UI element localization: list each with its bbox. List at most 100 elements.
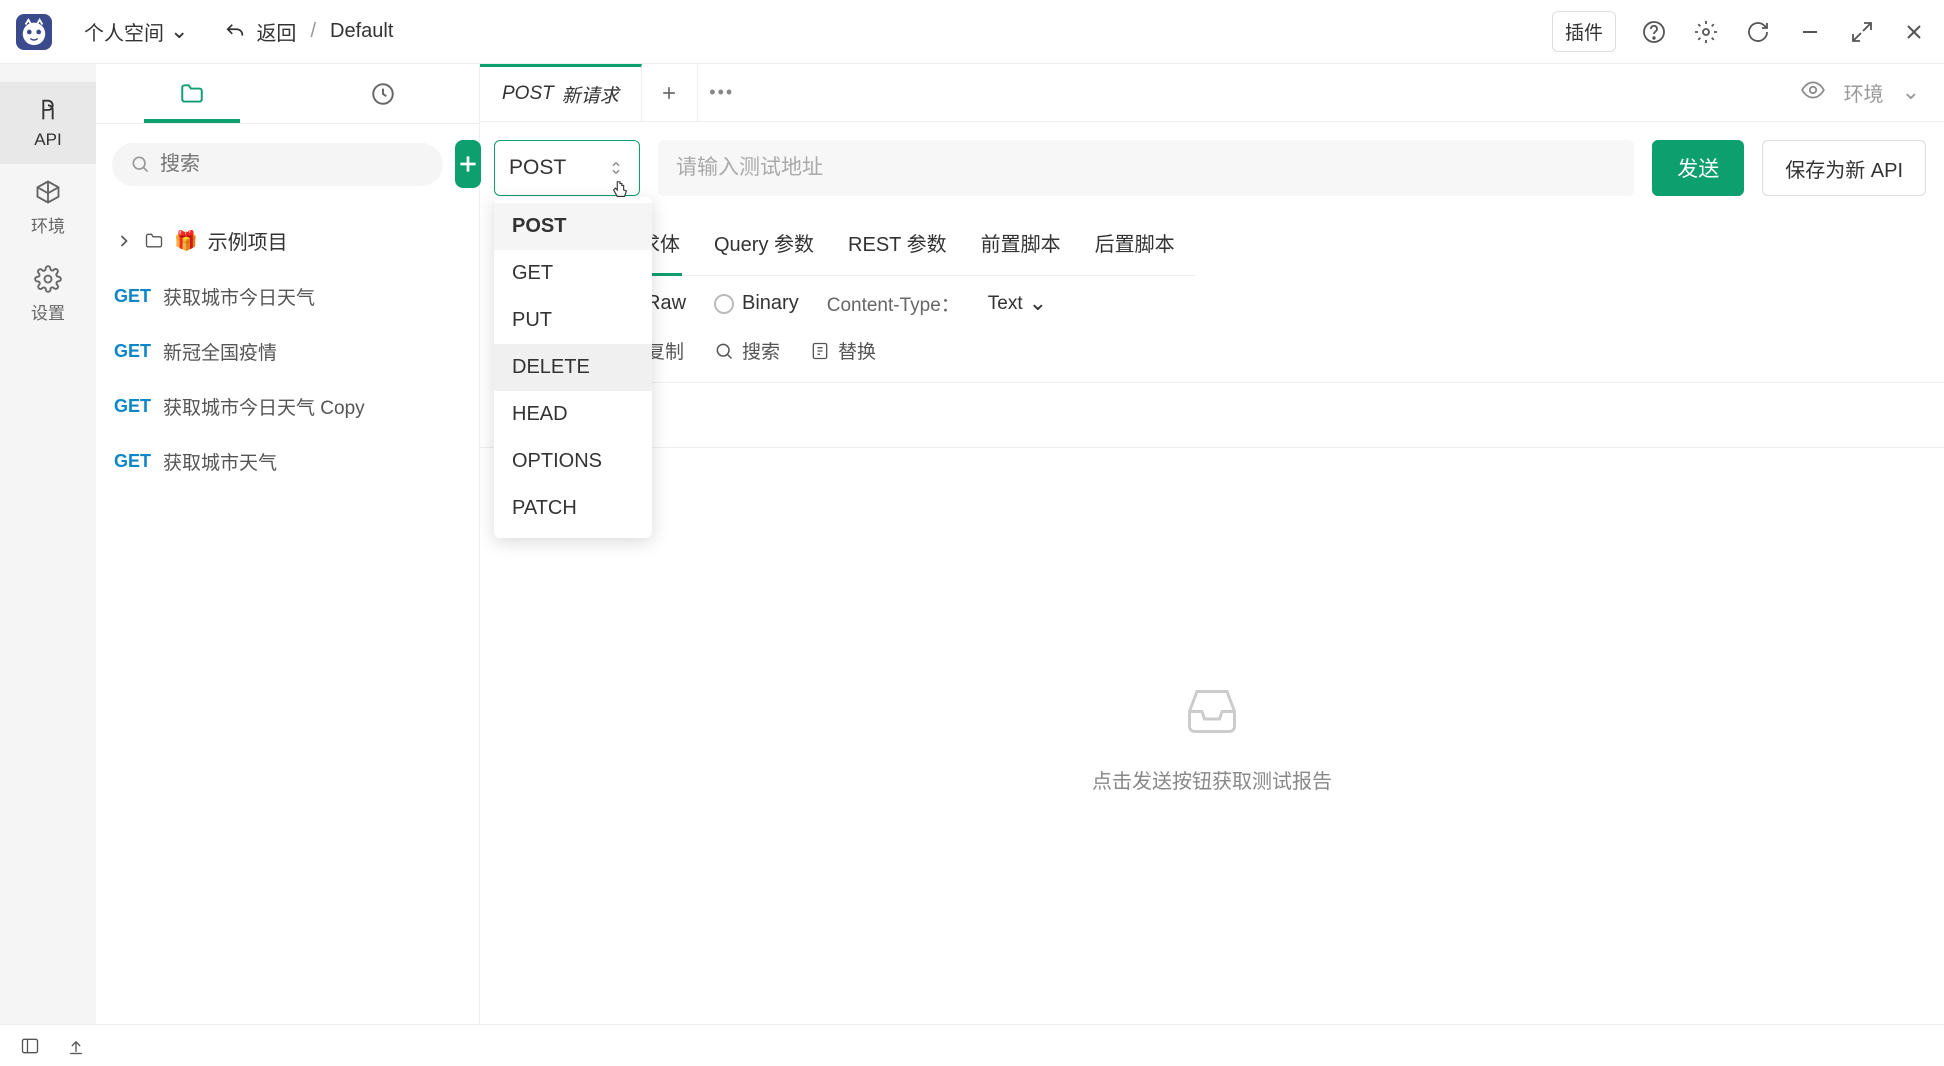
- req-tab-postscript[interactable]: 后置脚本: [1093, 214, 1177, 275]
- main-area: API 环境 设置: [0, 64, 1944, 1024]
- back-label: 返回: [256, 17, 296, 46]
- minimize-icon[interactable]: [1796, 18, 1824, 46]
- plugins-button[interactable]: 插件: [1552, 11, 1616, 52]
- tab-more-button[interactable]: •••: [698, 64, 746, 121]
- request-subtabs-row: 请求体 Query 参数 REST 参数 前置脚本 后置脚本: [480, 214, 1944, 276]
- body-options: Raw Binary Content-Type： Text: [600, 276, 1944, 327]
- env-label: 环境: [1844, 78, 1884, 107]
- rail-item-settings[interactable]: 设置: [0, 251, 96, 338]
- api-name: 新冠全国疫情: [163, 338, 277, 365]
- body-type-binary[interactable]: Binary: [714, 292, 799, 315]
- breadcrumb-current: Default: [330, 20, 393, 43]
- history-icon: [370, 81, 396, 107]
- content: POST 新请求 ••• 环境 POST: [480, 64, 1944, 1024]
- folder-name: 示例项目: [208, 226, 288, 255]
- method-option-post[interactable]: POST: [494, 203, 652, 250]
- method-dropdown: POST GET PUT DELETE HEAD OPTIONS PATCH: [494, 197, 652, 538]
- panel-left-icon[interactable]: [16, 1032, 44, 1060]
- send-button[interactable]: 发送: [1652, 140, 1744, 196]
- left-rail: API 环境 设置: [0, 64, 96, 1024]
- folder-icon: [144, 231, 164, 251]
- tool-label: 搜索: [742, 337, 780, 364]
- method-option-delete[interactable]: DELETE: [494, 344, 652, 391]
- search-icon: [714, 341, 734, 361]
- tree-item[interactable]: GET 获取城市天气: [96, 434, 479, 489]
- req-tab-rest[interactable]: REST 参数: [846, 214, 949, 275]
- plus-icon: [659, 83, 679, 103]
- tree-item[interactable]: GET 获取城市今日天气 Copy: [96, 379, 479, 434]
- plus-icon: [455, 151, 481, 177]
- api-name: 获取城市今日天气 Copy: [163, 393, 365, 420]
- method-option-put[interactable]: PUT: [494, 297, 652, 344]
- sidebar-tab-history[interactable]: [288, 64, 480, 123]
- workspace-name: 个人空间: [84, 17, 164, 46]
- rail-item-env[interactable]: 环境: [0, 164, 96, 251]
- environment-selector[interactable]: 环境: [1776, 64, 1944, 121]
- method-badge: GET: [114, 396, 151, 417]
- method-badge: GET: [114, 286, 151, 307]
- replace-button[interactable]: 替换: [810, 337, 876, 364]
- new-tab-button[interactable]: [642, 64, 698, 121]
- settings-gear-icon[interactable]: [1692, 18, 1720, 46]
- req-tab-query[interactable]: Query 参数: [712, 214, 816, 275]
- content-type-label: Content-Type：: [827, 290, 960, 317]
- tree-item[interactable]: GET 获取城市今日天气: [96, 269, 479, 324]
- more-icon: •••: [709, 82, 734, 103]
- req-tab-prescript[interactable]: 前置脚本: [979, 214, 1063, 275]
- radio-label: Binary: [742, 292, 799, 315]
- url-input[interactable]: [658, 140, 1634, 196]
- rail-item-api[interactable]: API: [0, 82, 96, 164]
- rail-label: 环境: [31, 212, 65, 237]
- tree-folder[interactable]: 🎁 示例项目: [96, 212, 479, 269]
- request-tabs-row: POST 新请求 ••• 环境: [480, 64, 1944, 122]
- back-button[interactable]: 返回: [224, 17, 296, 46]
- close-icon[interactable]: [1900, 18, 1928, 46]
- crumb-separator: /: [310, 20, 316, 43]
- chevron-down-icon: [1029, 292, 1047, 316]
- search-button[interactable]: 搜索: [714, 337, 780, 364]
- search-input[interactable]: [160, 153, 425, 176]
- help-icon[interactable]: [1640, 18, 1668, 46]
- content-type-select[interactable]: Text: [988, 292, 1047, 316]
- add-button[interactable]: [455, 140, 481, 188]
- inbox-icon: [1172, 679, 1252, 739]
- chevron-down-icon: [1902, 81, 1920, 104]
- tab-title: 新请求: [562, 81, 619, 108]
- sidebar-tabs: [96, 64, 479, 124]
- radio-label: Raw: [646, 292, 686, 315]
- search-box[interactable]: [112, 143, 443, 186]
- chevron-right-icon: [114, 231, 134, 251]
- workspace-selector[interactable]: 个人空间: [84, 17, 188, 46]
- app-logo: [16, 14, 52, 50]
- method-select[interactable]: POST POST GET PUT DELETE HEAD OPTIONS PA…: [494, 140, 640, 196]
- eye-icon[interactable]: [1800, 77, 1826, 108]
- method-option-patch[interactable]: PATCH: [494, 485, 652, 532]
- sidebar: 🎁 示例项目 GET 获取城市今日天气 GET 新冠全国疫情 GET 获取城市今…: [96, 64, 480, 1024]
- rail-label: 设置: [31, 299, 65, 324]
- tool-label: 替换: [838, 337, 876, 364]
- sort-icon: [607, 159, 625, 177]
- url-row: POST POST GET PUT DELETE HEAD OPTIONS PA…: [480, 122, 1944, 214]
- api-tree: 🎁 示例项目 GET 获取城市今日天气 GET 新冠全国疫情 GET 获取城市今…: [96, 204, 479, 497]
- method-badge: GET: [114, 451, 151, 472]
- topbar: 个人空间 返回 / Default 插件: [0, 0, 1944, 64]
- api-name: 获取城市今日天气: [163, 283, 315, 310]
- refresh-icon[interactable]: [1744, 18, 1772, 46]
- search-icon: [130, 154, 150, 174]
- method-selected: POST: [509, 156, 566, 180]
- method-option-get[interactable]: GET: [494, 250, 652, 297]
- response-empty-text: 点击发送按钮获取测试报告: [1092, 765, 1332, 794]
- chevron-down-icon: [170, 20, 188, 44]
- sidebar-tab-folder[interactable]: [96, 64, 288, 123]
- response-tabs: 返回值: [480, 383, 1944, 448]
- method-option-head[interactable]: HEAD: [494, 391, 652, 438]
- bottombar: [0, 1024, 1944, 1066]
- tree-item[interactable]: GET 新冠全国疫情: [96, 324, 479, 379]
- request-tab[interactable]: POST 新请求: [480, 64, 642, 121]
- body-toolbar: 复制 搜索 替换: [600, 327, 1944, 383]
- upload-icon[interactable]: [62, 1032, 90, 1060]
- method-badge: GET: [114, 341, 151, 362]
- save-as-button[interactable]: 保存为新 API: [1762, 140, 1926, 196]
- maximize-icon[interactable]: [1848, 18, 1876, 46]
- method-option-options[interactable]: OPTIONS: [494, 438, 652, 485]
